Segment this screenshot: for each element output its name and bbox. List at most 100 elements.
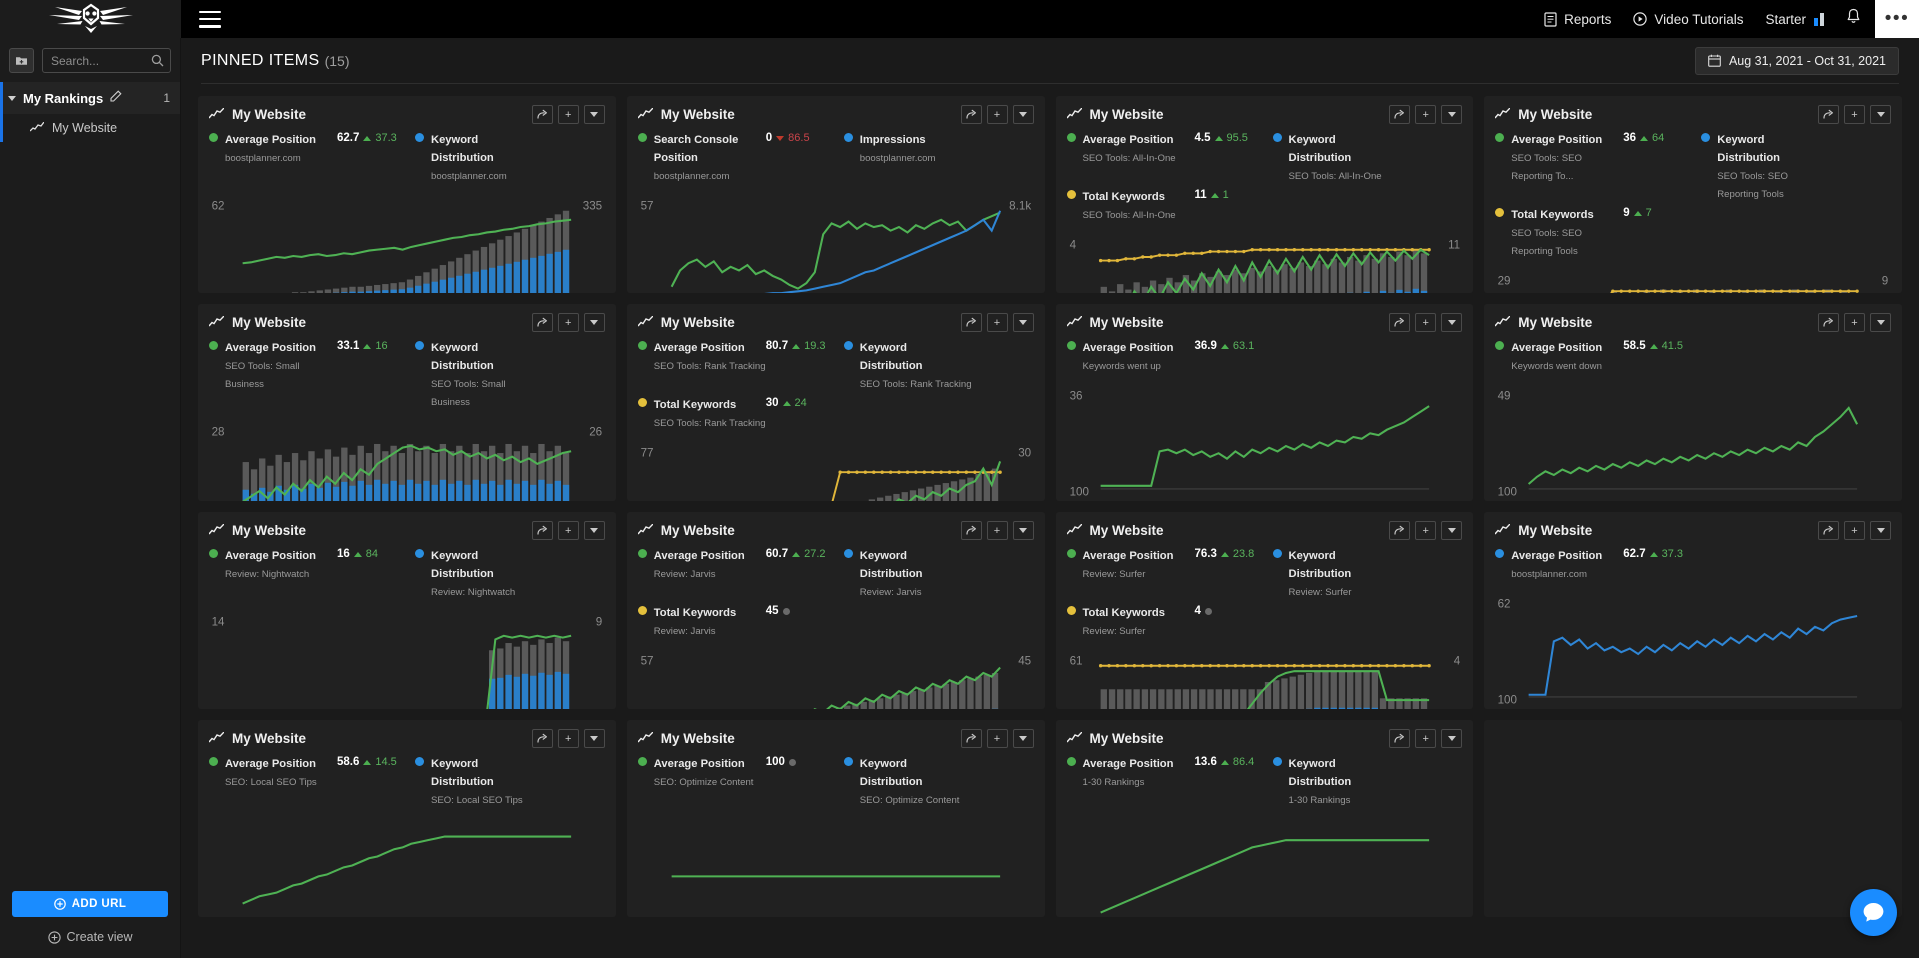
search-box[interactable] — [42, 48, 171, 73]
pinned-card[interactable]: My Website + Average Position SEO Tools:… — [1055, 96, 1474, 293]
share-icon — [965, 109, 976, 119]
metric-values: 36.9 63.1 — [1195, 338, 1273, 352]
pinned-card[interactable]: My Website + Average Position Keywords w… — [1055, 304, 1474, 501]
pinned-card[interactable]: My Website + Average Position SEO Tools:… — [626, 304, 1045, 501]
video-tutorials-nav-item[interactable]: Video Tutorials — [1633, 12, 1743, 27]
metric: Average Position Review: Jarvis — [637, 546, 766, 582]
card-menu-button[interactable] — [1870, 313, 1891, 332]
pinned-card[interactable]: My Website + Average Position Keywords w… — [1484, 304, 1902, 501]
add-button[interactable]: + — [1415, 521, 1437, 540]
sidebar-item-my-website[interactable]: My Website — [0, 114, 180, 142]
card-menu-button[interactable] — [1012, 729, 1034, 748]
add-button[interactable]: + — [1844, 313, 1865, 332]
share-button[interactable] — [531, 521, 553, 540]
pinned-card[interactable]: My Website + Average Position Review: Ni… — [198, 512, 616, 709]
card-menu-button[interactable] — [1012, 313, 1034, 332]
card-menu-button[interactable] — [583, 521, 605, 540]
card-menu-button[interactable] — [1441, 521, 1463, 540]
share-button[interactable] — [960, 313, 982, 332]
metric-value: 58.5 — [1623, 340, 1646, 352]
share-button[interactable] — [531, 105, 553, 124]
share-button[interactable] — [531, 313, 553, 332]
add-button[interactable]: + — [986, 521, 1008, 540]
metric-values: 80.7 19.3 — [766, 338, 844, 352]
plus-icon: + — [565, 108, 572, 121]
arrow-up-icon — [1649, 551, 1658, 557]
support-chat-button[interactable] — [1850, 889, 1897, 936]
metric: Average Position SEO Tools: All-In-One — [1066, 130, 1195, 166]
pinned-card[interactable]: My Website + Average Position boostplann… — [1484, 512, 1902, 709]
add-button[interactable]: + — [557, 313, 579, 332]
pinned-card[interactable]: My Website + Average Position Review: Su… — [1055, 512, 1474, 709]
svg-text:57: 57 — [640, 200, 653, 213]
card-menu-button[interactable] — [1441, 313, 1463, 332]
card-menu-button[interactable] — [1870, 521, 1891, 540]
pinned-card[interactable]: My Website + Average Position SEO: Local… — [198, 720, 616, 917]
card-menu-button[interactable] — [583, 313, 605, 332]
metric-color-dot — [843, 133, 853, 142]
pinned-card[interactable]: My Website + Average Position SEO Tools:… — [198, 304, 616, 501]
add-button[interactable]: + — [1844, 105, 1865, 124]
pinned-card[interactable]: My Website + Average Position Review: Ja… — [626, 512, 1045, 709]
share-button[interactable] — [1389, 313, 1411, 332]
share-button[interactable] — [1389, 105, 1411, 124]
card-menu-button[interactable] — [1012, 521, 1034, 540]
share-button[interactable] — [960, 105, 982, 124]
date-range-picker[interactable]: Aug 31, 2021 - Oct 31, 2021 — [1694, 46, 1899, 75]
share-button[interactable] — [531, 729, 553, 748]
add-button[interactable]: + — [986, 729, 1008, 748]
add-button[interactable]: + — [1415, 105, 1437, 124]
create-view-button[interactable]: Create view — [0, 930, 180, 944]
card-menu-button[interactable] — [1012, 105, 1034, 124]
more-options-button[interactable]: ••• — [1875, 0, 1919, 38]
pinned-card[interactable]: My Website + Average Position boostplann… — [198, 96, 616, 293]
metric-row: Total Keywords Review: Jarvis 45 — [637, 603, 1034, 639]
share-button[interactable] — [1818, 313, 1839, 332]
add-button[interactable]: + — [1415, 729, 1437, 748]
card-title: My Website — [232, 315, 307, 330]
metric-value: 13.6 — [1194, 756, 1217, 768]
svg-text:11: 11 — [1448, 239, 1460, 252]
card-chart: 4100110 — [1067, 228, 1463, 293]
add-button[interactable]: + — [986, 105, 1008, 124]
metric-color-dot — [637, 398, 647, 407]
add-button[interactable]: + — [557, 729, 579, 748]
metric-label: Keyword Distribution — [1717, 134, 1781, 164]
add-button[interactable]: + — [557, 521, 579, 540]
add-url-button[interactable]: ADD URL — [12, 891, 168, 917]
create-view-label: Create view — [66, 930, 133, 944]
metric-color-dot — [415, 341, 424, 350]
share-button[interactable] — [960, 521, 982, 540]
add-button[interactable]: + — [1415, 313, 1437, 332]
add-folder-button[interactable] — [9, 48, 34, 73]
pinned-card[interactable]: My Website + Average Position SEO Tools:… — [1484, 96, 1902, 293]
hamburger-icon[interactable] — [199, 10, 221, 28]
share-button[interactable] — [1818, 521, 1839, 540]
reports-nav-item[interactable]: Reports — [1544, 12, 1611, 27]
top-nav: Reports Video Tutorials Starter — [1544, 8, 1875, 30]
notifications-button[interactable] — [1846, 8, 1861, 30]
cards-scroll-area[interactable]: My Website + Average Position boostplann… — [181, 84, 1919, 958]
pinned-card[interactable] — [1484, 720, 1902, 917]
pinned-card[interactable]: My Website + Average Position SEO: Optim… — [626, 720, 1045, 917]
metric-values: 4.5 95.5 — [1195, 130, 1273, 144]
add-button[interactable]: + — [986, 313, 1008, 332]
card-menu-button[interactable] — [583, 729, 605, 748]
share-button[interactable] — [1818, 105, 1839, 124]
card-menu-button[interactable] — [1441, 105, 1463, 124]
card-menu-button[interactable] — [583, 105, 605, 124]
svg-text:9: 9 — [596, 616, 602, 629]
plan-badge[interactable]: Starter — [1765, 12, 1824, 27]
add-button[interactable]: + — [557, 105, 579, 124]
share-button[interactable] — [1389, 729, 1411, 748]
add-button[interactable]: + — [1844, 521, 1865, 540]
share-button[interactable] — [1389, 521, 1411, 540]
pinned-card[interactable]: My Website + Average Position 1-30 Ranki… — [1055, 720, 1474, 917]
app-logo[interactable] — [31, 0, 151, 38]
sidebar-group-my-rankings[interactable]: My Rankings 1 — [0, 82, 180, 114]
pinned-card[interactable]: My Website + Search Console Position boo… — [626, 96, 1045, 293]
card-menu-button[interactable] — [1441, 729, 1463, 748]
edit-icon[interactable] — [110, 89, 122, 107]
share-button[interactable] — [960, 729, 982, 748]
card-menu-button[interactable] — [1870, 105, 1891, 124]
